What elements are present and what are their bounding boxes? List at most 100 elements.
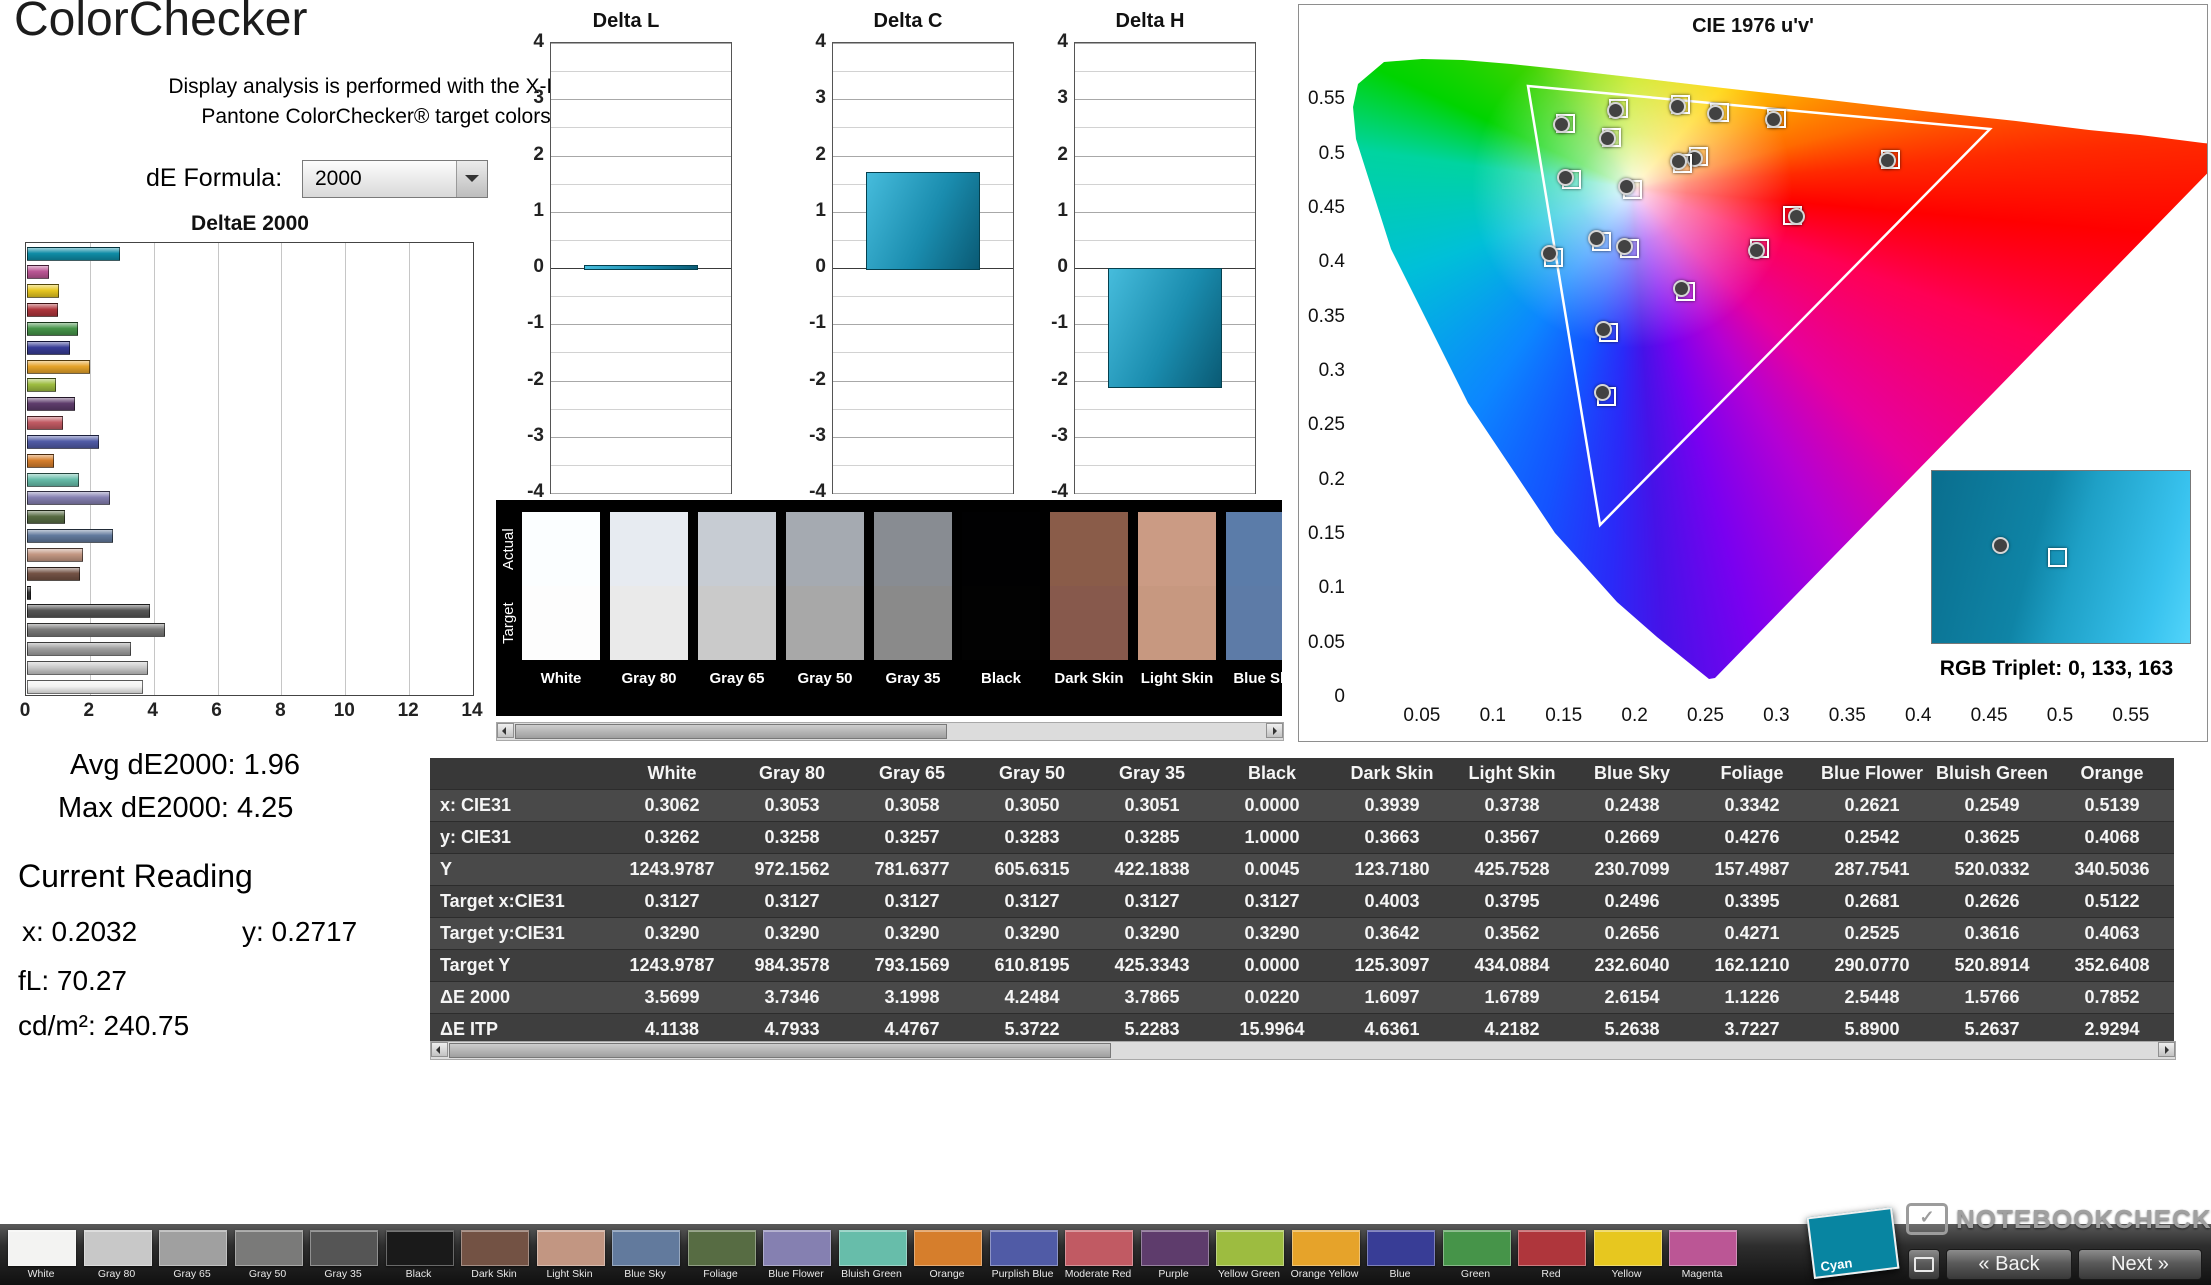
grid-line (833, 324, 1013, 326)
scroll-left-arrow-icon[interactable] (497, 723, 514, 738)
swatch-label: Gray 65 (709, 670, 765, 687)
screen-icon (1914, 1257, 1934, 1272)
toolbar-patch-red[interactable] (1518, 1230, 1586, 1266)
axis-tick-label: 0.15 (1545, 705, 1583, 726)
grid-line (833, 464, 1013, 466)
toolbar-patch-foliage[interactable] (687, 1230, 756, 1266)
double-chevron-left-icon: « (1978, 1253, 1990, 1275)
row-label: ΔE 2000 (440, 987, 510, 1007)
grid-line (217, 243, 219, 695)
grid-line (833, 408, 1013, 410)
table-cell: 0.4271 (1724, 923, 1780, 943)
toolbar-patch-orange[interactable] (914, 1230, 982, 1266)
table-cell: 0.3053 (764, 795, 820, 815)
cie-measured-marker-red (1878, 152, 1896, 170)
de-formula-value: 2000 (315, 167, 362, 190)
scroll-right-arrow-icon[interactable] (1266, 723, 1283, 738)
toolbar-patch-green[interactable] (1442, 1230, 1511, 1266)
de-formula-dropdown[interactable]: 2000 (302, 160, 488, 198)
delta-e-bar-bluish-green (27, 472, 80, 487)
swatch-scrollbar[interactable] (496, 722, 1284, 741)
grid-line (1075, 436, 1255, 438)
toolbar-patch-label: Yellow Green (1217, 1268, 1281, 1280)
axis-tick-label: 0.25 (1308, 414, 1345, 436)
swatch-column-gray-80: Gray 80 (610, 512, 688, 687)
delta-e-bar-black (27, 585, 31, 600)
axis-tick-label: 3 (533, 87, 544, 109)
toolbar-patch-gray-35[interactable] (310, 1230, 378, 1266)
toolbar-patch-yellow[interactable] (1593, 1230, 1662, 1266)
axis-tick-label: 12 (397, 700, 419, 721)
scroll-right-arrow-icon[interactable] (2158, 1042, 2175, 1057)
toolbar-patch-blue[interactable] (1367, 1230, 1435, 1266)
toolbar-patch-moderate-red[interactable] (1065, 1230, 1133, 1266)
toolbar-patch-white[interactable] (8, 1230, 76, 1266)
swatch-target (874, 586, 952, 660)
swatch-column-gray-65: Gray 65 (698, 512, 776, 687)
table-cell: 0.3290 (1124, 923, 1180, 943)
swatch-column-gray-35: Gray 35 (874, 512, 952, 687)
table-cell: 0.3290 (884, 923, 940, 943)
axis-tick-label: -3 (527, 424, 544, 446)
toolbar-patch-black[interactable] (385, 1230, 454, 1266)
table-scrollbar[interactable] (430, 1041, 2176, 1060)
toolbar-patch-yellow-green[interactable] (1216, 1230, 1284, 1266)
table-cell: 4.4767 (884, 1019, 940, 1039)
toolbar-patch-gray-65[interactable] (159, 1230, 227, 1266)
axis-tick-label: 10 (333, 700, 355, 721)
delta-e-bar-dark-skin (27, 566, 81, 581)
toolbar-patch-magenta[interactable] (1669, 1230, 1737, 1266)
table-cell: 422.1838 (1114, 859, 1190, 879)
toolbar-patch-gray-50[interactable] (234, 1230, 303, 1266)
toolbar-patch-label: White (27, 1268, 55, 1280)
delta-e-bar-blue-flower (27, 491, 111, 506)
table-row: Target y:CIE31 0.3290 0.3290 0.3290 0.3290 0.… (430, 918, 2174, 950)
table-cell: 5.2283 (1124, 1019, 1180, 1039)
table-cell: 0.2681 (1844, 891, 1900, 911)
chart-title: Delta H (1115, 10, 1185, 32)
toolbar-patch-purplish-blue[interactable] (989, 1230, 1058, 1266)
swatch-column-dark-skin: Dark Skin (1050, 512, 1128, 687)
table-cell: 0.3127 (764, 891, 820, 911)
axis-tick-label: 0 (533, 256, 544, 277)
table-cell: 2.5448 (1844, 987, 1900, 1007)
toolbar-patch-bluish-green[interactable] (838, 1230, 907, 1266)
scroll-left-arrow-icon[interactable] (431, 1042, 448, 1057)
reading-x-value: x: 0.2032 (22, 916, 138, 947)
delta-e-bar-gray-35 (27, 604, 150, 619)
swatch-scrollbar-thumb[interactable] (515, 724, 947, 739)
swatch-actual (610, 512, 688, 586)
delta-e-bar-blue (27, 340, 70, 355)
next-button[interactable]: Next » (2078, 1249, 2202, 1280)
grid-line (833, 71, 1013, 73)
toolbar-patch-label: Purple (1158, 1268, 1189, 1280)
table-scrollbar-thumb[interactable] (449, 1043, 1111, 1058)
results-table: White Gray 80 Gray 65 Gray 50 Gray 35 Black Da… (430, 758, 2174, 1046)
axis-tick-label: 0.25 (1687, 705, 1724, 726)
toolbar-patch-purple[interactable] (1140, 1230, 1209, 1266)
table-cell: 0.3642 (1364, 923, 1420, 943)
axis-tick-label: 0.1 (1479, 705, 1507, 726)
toolbar-patch-cyan[interactable]: Cyan (1806, 1206, 1900, 1280)
chart-plot-area (832, 42, 1014, 494)
delta-e-bar-magenta (27, 265, 49, 280)
toolbar-patch-blue-flower[interactable] (763, 1230, 831, 1266)
grid-line (1075, 99, 1255, 101)
patch-selector-toolbar: White Gray 80 Gray 65 Gray 50 Gray 35 Black Da… (0, 1206, 2211, 1285)
toolbar-patch-orange-yellow[interactable] (1291, 1230, 1360, 1266)
delta-chart-delta-l: Delta L 4 3 2 1 0 -1 -2 -3 -4 (514, 10, 738, 510)
delta-chart-delta-c: Delta C 4 3 2 1 0 -1 -2 -3 -4 (796, 10, 1020, 510)
toolbar-patch-gray-80[interactable] (83, 1230, 152, 1266)
row-label: Target Y (440, 955, 511, 975)
screenshot-button[interactable] (1908, 1249, 1940, 1280)
delta-e-bar-orange (27, 453, 55, 468)
toolbar-patch-light-skin[interactable] (536, 1230, 605, 1266)
toolbar-patch-blue-sky[interactable] (612, 1230, 680, 1266)
back-button[interactable]: « Back (1946, 1249, 2072, 1280)
table-cell: 0.3127 (1244, 891, 1300, 911)
swatch-actual (874, 512, 952, 586)
cie-measured-marker-blue-sky (1587, 230, 1605, 248)
table-cell: 610.8195 (994, 955, 1070, 975)
toolbar-patch-dark-skin[interactable] (461, 1230, 529, 1266)
table-cell: 425.3343 (1114, 955, 1190, 975)
